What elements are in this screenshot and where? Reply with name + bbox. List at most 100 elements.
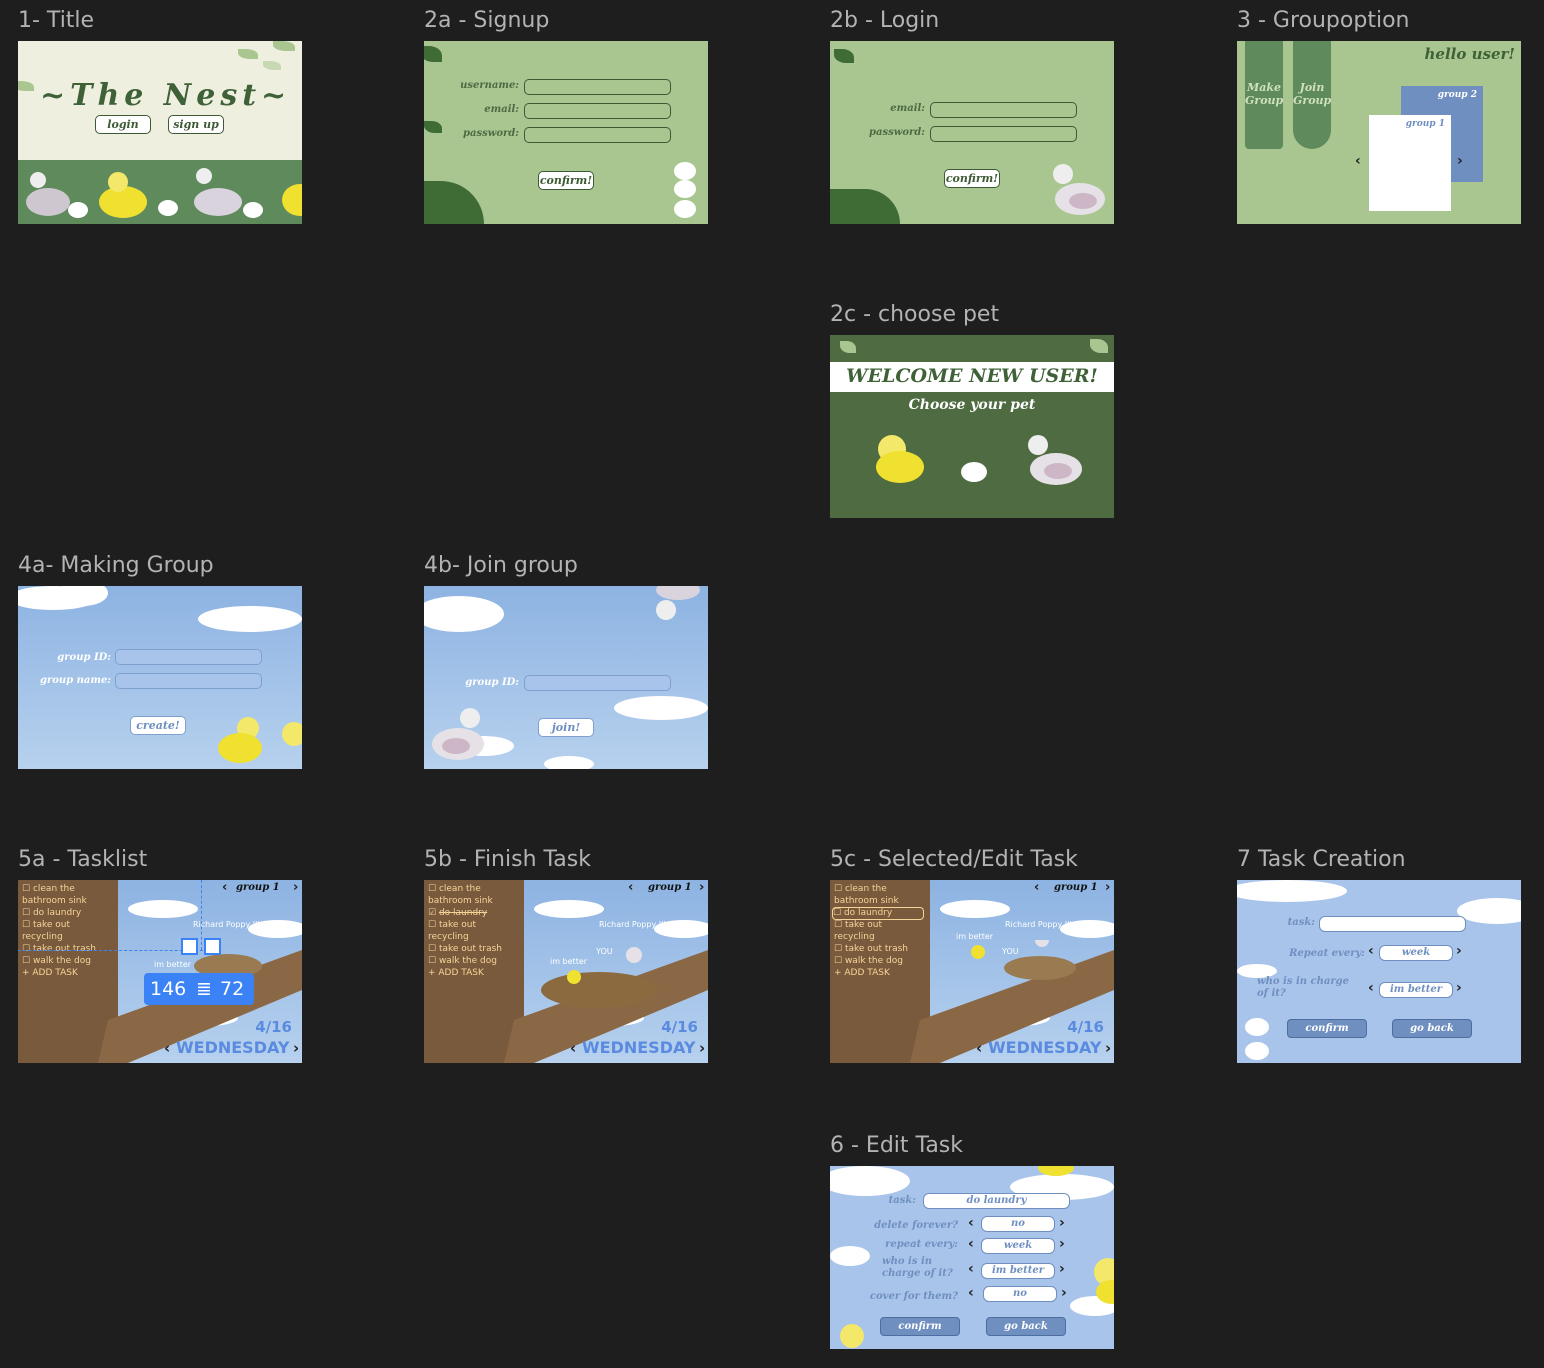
task-item[interactable]: ☐ walk the dog [834,956,903,966]
repeat-value[interactable]: week [981,1238,1055,1254]
chevron-right-icon[interactable]: › [1059,1236,1065,1252]
frame-signup[interactable]: username: email: password: confirm! [424,41,708,224]
frame-selected-task[interactable]: ☐ clean the bathroom sink ☐ do laundry ☐… [830,880,1114,1063]
frame-tasklist[interactable]: ☐ clean the bathroom sink ☐ do laundry ☐… [18,880,302,1063]
chevron-left-icon[interactable]: ‹ [222,880,227,895]
email-field[interactable] [930,102,1077,118]
confirm-button[interactable]: confirm [880,1317,960,1336]
group-name-field[interactable] [115,673,262,689]
add-task-link[interactable]: + ADD TASK [22,968,78,978]
confirm-button[interactable]: confirm [1287,1019,1367,1038]
password-field[interactable] [930,126,1077,142]
username-field[interactable] [524,79,671,95]
task-item[interactable]: ☐ take out [22,920,70,930]
chevron-left-icon[interactable]: ‹ [628,880,633,895]
chevron-left-icon[interactable]: ‹ [968,1285,974,1301]
who-value[interactable]: im better [981,1263,1055,1279]
task-item[interactable]: ☐ take out trash [428,944,502,954]
who-value[interactable]: im better [1379,982,1453,998]
frame-groupoption[interactable]: hello user! Make Group Join Group group … [1237,41,1521,224]
chevron-left-icon[interactable]: ‹ [164,1039,170,1057]
task-item-text: bathroom sink [428,896,493,906]
chevron-left-icon[interactable]: ‹ [1034,880,1039,895]
task-item[interactable]: ☐ walk the dog [428,956,497,966]
join-group-banner[interactable]: Join Group [1293,41,1331,149]
task-item[interactable]: ☐ clean the [22,884,75,894]
chevron-right-icon[interactable]: › [293,1039,299,1057]
add-task-link[interactable]: + ADD TASK [428,968,484,978]
frame-label-selected: 5c - Selected/Edit Task [830,847,1078,872]
frame-label-creation: 7 Task Creation [1237,847,1406,872]
delete-value[interactable]: no [981,1216,1055,1232]
delete-label: delete forever? [874,1220,958,1231]
frame-join-group[interactable]: group ID: join! [424,586,708,769]
confirm-button[interactable]: confirm! [538,171,594,190]
hello-text: hello user! [1424,45,1515,63]
task-item-text: recycling [428,932,469,942]
signup-button[interactable]: sign up [168,115,224,134]
task-item[interactable]: ☐ walk the dog [22,956,91,966]
create-button[interactable]: create! [130,716,186,735]
chevron-left-icon[interactable]: ‹ [570,1039,576,1057]
chevron-right-icon[interactable]: › [1456,980,1462,996]
chevron-right-icon[interactable]: › [1059,1215,1065,1231]
frame-finish-task[interactable]: ☐ clean the bathroom sink ☑ do laundry ☐… [424,880,708,1063]
chevron-left-icon[interactable]: ‹ [968,1215,974,1231]
task-item[interactable]: ☐ take out [428,920,476,930]
make-group-banner[interactable]: Make Group [1245,41,1283,149]
pet-options[interactable] [860,427,1090,495]
task-item[interactable]: ☐ take out trash [22,944,96,954]
group-selector-label: group 1 [236,882,280,893]
group-id-field[interactable] [115,649,262,665]
frame-choosepet[interactable]: WELCOME NEW USER! Choose your pet [830,335,1114,518]
add-task-link[interactable]: + ADD TASK [834,968,890,978]
chevron-left-icon[interactable]: ‹ [968,1236,974,1252]
join-button[interactable]: join! [538,718,594,737]
group-id-field[interactable] [524,675,671,691]
chevron-right-icon[interactable]: › [1061,1285,1067,1301]
task-item[interactable]: ☐ clean the [834,884,887,894]
email-field[interactable] [524,103,671,119]
chevron-right-icon[interactable]: › [1456,943,1462,959]
frame-login[interactable]: email: password: confirm! [830,41,1114,224]
password-label: password: [869,127,925,138]
frame-making-group[interactable]: group ID: group name: create! [18,586,302,769]
cover-value[interactable]: no [983,1286,1057,1302]
chevron-left-icon[interactable]: ‹ [968,1261,974,1277]
chevron-right-icon[interactable]: › [1457,153,1463,169]
frame-task-creation[interactable]: task: Repeat every: ‹ week › who is in c… [1237,880,1521,1063]
email-label: email: [484,104,519,115]
chevron-right-icon[interactable]: › [1105,880,1110,895]
duck-illustration [218,717,302,763]
group-card-1[interactable]: group 1 [1369,115,1451,211]
task-label: task: [888,1195,916,1206]
chevron-right-icon[interactable]: › [293,880,298,895]
chevron-right-icon[interactable]: › [1105,1039,1111,1057]
login-button[interactable]: login [95,115,151,134]
email-label: email: [890,103,925,114]
go-back-button[interactable]: go back [1392,1019,1472,1038]
chevron-left-icon[interactable]: ‹ [1368,943,1374,959]
task-input[interactable] [1319,916,1466,932]
task-item[interactable]: ☐ take out trash [834,944,908,954]
chevron-right-icon[interactable]: › [699,1039,705,1057]
task-item-done[interactable]: ☑ do laundry [428,908,487,918]
task-item-selected[interactable]: ☐ do laundry [832,907,924,920]
confirm-button[interactable]: confirm! [944,169,1000,188]
frame-title[interactable]: ~The Nest~ login sign up [18,41,302,224]
chevron-left-icon[interactable]: ‹ [1355,153,1361,169]
chevron-right-icon[interactable]: › [1059,1261,1065,1277]
go-back-button[interactable]: go back [986,1317,1066,1336]
other-name: im better [550,957,588,966]
password-field[interactable] [524,127,671,143]
task-item[interactable]: ☐ take out [834,920,882,930]
task-input[interactable]: do laundry [923,1193,1070,1209]
chevron-left-icon[interactable]: ‹ [976,1039,982,1057]
chevron-right-icon[interactable]: › [699,880,704,895]
selection-badge: 146 ≣ 72 [144,973,254,1005]
repeat-value[interactable]: week [1379,945,1453,961]
task-item[interactable]: ☐ clean the [428,884,481,894]
task-item[interactable]: ☐ do laundry [22,908,81,918]
chevron-left-icon[interactable]: ‹ [1368,980,1374,996]
frame-edit-task[interactable]: task: do laundry delete forever? ‹ no › … [830,1166,1114,1349]
